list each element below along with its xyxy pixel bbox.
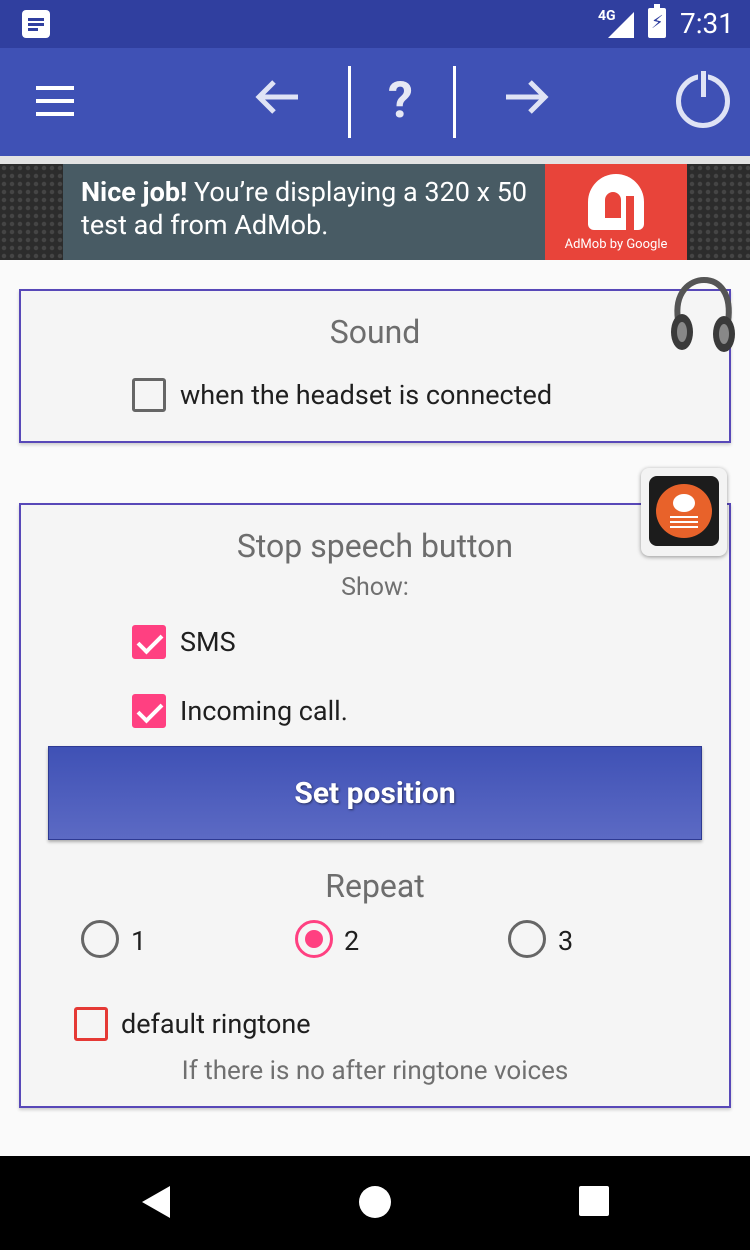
hamburger-icon[interactable] xyxy=(36,86,74,116)
home-icon[interactable] xyxy=(359,1186,391,1218)
default-ringtone-label: default ringtone xyxy=(121,1008,311,1040)
incoming-call-label: Incoming call. xyxy=(180,695,348,727)
ad-text: Nice job! You’re displaying a 320 x 50 t… xyxy=(81,176,528,241)
repeat-option-label: 2 xyxy=(344,925,360,957)
ad-banner[interactable]: Nice job! You’re displaying a 320 x 50 t… xyxy=(63,164,687,260)
toolbar-divider xyxy=(453,66,456,138)
back-icon[interactable] xyxy=(142,1186,170,1218)
repeat-radio-1[interactable] xyxy=(81,920,119,958)
repeat-radio-2[interactable] xyxy=(295,920,333,958)
recent-apps-icon[interactable] xyxy=(579,1186,609,1216)
set-position-button[interactable]: Set position xyxy=(48,746,702,840)
help-button[interactable]: ? xyxy=(388,72,413,130)
repeat-title: Repeat xyxy=(325,867,425,905)
sms-label: SMS xyxy=(180,626,236,658)
sound-card: Sound when the headset is connected xyxy=(19,289,731,443)
sms-checkbox[interactable] xyxy=(132,625,166,659)
toolbar-shadow xyxy=(0,156,750,164)
default-ringtone-checkbox[interactable] xyxy=(74,1007,108,1041)
headset-label: when the headset is connected xyxy=(180,379,553,411)
app-toolbar: ? xyxy=(0,48,750,156)
ad-banner-container: Nice job! You’re displaying a 320 x 50 t… xyxy=(0,164,750,260)
toolbar-divider xyxy=(348,66,351,138)
arrow-right-icon[interactable] xyxy=(502,72,552,132)
admob-logo: AdMob by Google xyxy=(545,164,687,260)
ringtone-hint: If there is no after ringtone voices xyxy=(181,1056,569,1086)
app-icon xyxy=(641,468,727,556)
headphones-icon xyxy=(668,274,736,358)
signal-icon xyxy=(608,12,634,38)
navigation-bar xyxy=(0,1156,750,1250)
repeat-option-label: 1 xyxy=(131,925,147,957)
notification-icon xyxy=(22,10,50,38)
arrow-left-icon[interactable] xyxy=(252,72,302,132)
incoming-call-checkbox[interactable] xyxy=(132,694,166,728)
battery-icon: ⚡ xyxy=(648,4,666,38)
show-subtitle: Show: xyxy=(341,573,409,602)
repeat-option-label: 3 xyxy=(558,925,574,957)
stop-speech-title: Stop speech button xyxy=(236,527,514,565)
sound-title: Sound xyxy=(329,313,421,351)
repeat-radio-3[interactable] xyxy=(508,920,546,958)
status-bar: 4G ⚡ 7:31 xyxy=(0,0,750,48)
admob-icon xyxy=(588,174,644,230)
headset-checkbox[interactable] xyxy=(132,378,166,412)
status-time: 7:31 xyxy=(680,7,734,40)
admob-caption: AdMob by Google xyxy=(564,237,668,252)
power-icon[interactable] xyxy=(676,69,730,128)
